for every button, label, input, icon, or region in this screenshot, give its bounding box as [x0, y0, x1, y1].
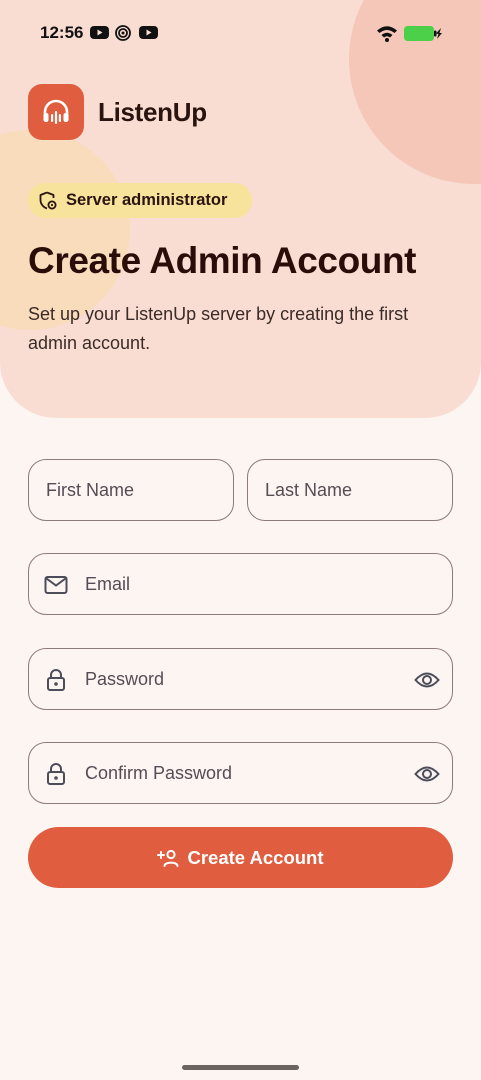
radar-icon	[115, 25, 131, 46]
youtube-icon	[139, 25, 158, 45]
last-name-field[interactable]: Last Name	[247, 459, 453, 521]
email-label: Email	[85, 573, 131, 594]
first-name-label: First Name	[46, 479, 135, 500]
first-name-field[interactable]: First Name	[28, 459, 234, 521]
status-bar: 12:56	[0, 0, 481, 66]
eye-icon[interactable]	[414, 667, 440, 693]
role-badge: Server administrator	[28, 183, 252, 218]
status-time: 12:56	[40, 23, 84, 42]
badge-label: Server administrator	[66, 191, 228, 209]
person-add-icon	[157, 849, 179, 867]
lock-icon	[43, 761, 69, 787]
email-field[interactable]: Email	[28, 553, 453, 615]
page-subtitle: Set up your ListenUp server by creating …	[28, 304, 409, 353]
app-logo	[28, 84, 84, 140]
confirm-password-field[interactable]: Confirm Password	[28, 742, 453, 804]
create-account-button[interactable]: Create Account	[28, 827, 453, 888]
youtube-icon	[90, 25, 109, 45]
mail-icon	[43, 572, 69, 598]
home-indicator[interactable]	[182, 1065, 299, 1070]
page-title: Create Admin Account	[28, 240, 417, 281]
create-account-label: Create Account	[187, 846, 324, 868]
lock-icon	[43, 667, 69, 693]
app-name: ListenUp	[98, 97, 207, 127]
headphones-icon	[43, 99, 69, 124]
confirm-password-label: Confirm Password	[85, 762, 233, 783]
wifi-icon	[376, 24, 398, 47]
password-field[interactable]: Password	[28, 648, 453, 710]
battery-charging-icon	[404, 25, 442, 47]
last-name-label: Last Name	[265, 479, 353, 500]
shield-gear-icon	[39, 191, 57, 209]
password-label: Password	[85, 668, 165, 689]
eye-icon[interactable]	[414, 761, 440, 787]
